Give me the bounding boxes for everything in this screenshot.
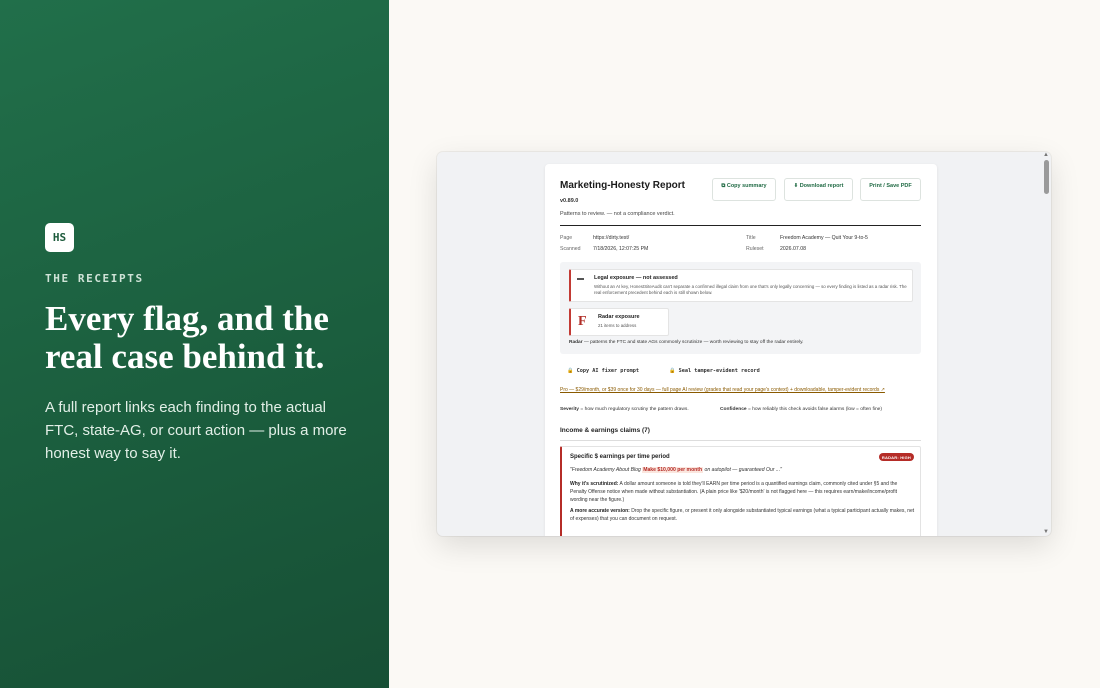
- highlighted-claim: Make $10,000 per month: [642, 467, 704, 473]
- finding-title: Specific $ earnings per time period: [570, 454, 670, 460]
- legal-exposure-card: Legal exposure — not assessed Without an…: [569, 269, 913, 302]
- radar-note: Radar — patterns the FTC and state AGs c…: [569, 340, 804, 345]
- meta-scanned-label: Scanned: [560, 246, 581, 252]
- pro-upgrade-link[interactable]: Pro — $29/month, or $39 once for 30 days…: [560, 387, 915, 394]
- scrollbar-thumb[interactable]: [1044, 160, 1049, 194]
- report-version: v0.89.0: [560, 198, 579, 204]
- accurate-version: A more accurate version: Drop the specif…: [570, 508, 915, 522]
- meta-ruleset-label: Ruleset: [746, 246, 764, 252]
- eyebrow-label: THE RECEIPTS: [45, 272, 144, 285]
- title-divider: [560, 225, 921, 226]
- seal-record-button[interactable]: 🔒 Seal tamper-evident record: [669, 368, 760, 374]
- section-divider: [560, 440, 921, 441]
- finding-card: Specific $ earnings per time period RADA…: [560, 446, 921, 536]
- headline: Every flag, and the real case behind it.: [45, 299, 329, 376]
- meta-title-value: Freedom Academy — Quit Your 9-to-5: [780, 235, 868, 241]
- scroll-up-icon[interactable]: ▲: [1043, 152, 1049, 158]
- meta-page-label: Page: [560, 235, 573, 241]
- report-page: Marketing-Honesty Report v0.89.0 Pattern…: [545, 164, 937, 536]
- finding-quote: "Freedom Academy About Blog Make $10,000…: [570, 467, 782, 473]
- meta-scanned-value: 7/18/2026, 12:07:25 PM: [593, 246, 649, 252]
- report-title: Marketing-Honesty Report: [560, 180, 686, 191]
- scroll-down-icon[interactable]: ▼: [1043, 529, 1049, 535]
- radar-high-badge: RADAR: HIGH: [878, 453, 914, 461]
- hs-logo: HS: [45, 223, 74, 252]
- report-preview-window: ▲ ▼ Marketing-Honesty Report v0.89.0 Pat…: [437, 152, 1051, 536]
- radar-count: 21 items to address: [598, 323, 637, 328]
- copy-summary-button[interactable]: ⧉ Copy summary: [712, 178, 776, 201]
- subtitle: A full report links each finding to the …: [45, 399, 347, 462]
- radar-exposure-card: F Radar exposure 21 items to address: [569, 308, 669, 336]
- radar-grade: F: [578, 314, 587, 329]
- meta-ruleset-value: 2026.07.08: [780, 246, 806, 252]
- print-pdf-button[interactable]: Print / Save PDF: [860, 178, 921, 201]
- meta-title-label: Title: [746, 235, 756, 241]
- legal-exposure-text: Without an AI key, HonestSiteAudit can't…: [594, 284, 907, 295]
- left-panel: HS THE RECEIPTS Every flag, and the real…: [0, 0, 389, 688]
- dash-icon: [577, 278, 584, 280]
- confidence-legend: Confidence = how reliably this check avo…: [720, 407, 883, 412]
- download-report-button[interactable]: ⬇ Download report: [784, 178, 853, 201]
- legal-exposure-title: Legal exposure — not assessed: [594, 275, 678, 281]
- radar-exposure-title: Radar exposure: [598, 314, 640, 320]
- severity-legend: Severity = how much regulatory scrutiny …: [560, 407, 689, 412]
- section-title: Income & earnings claims (7): [560, 427, 650, 434]
- report-disclaimer: Patterns to review. — not a compliance v…: [560, 211, 675, 217]
- why-scrutinized: Why it's scrutinized: A dollar amount so…: [570, 481, 898, 503]
- exposure-summary: Legal exposure — not assessed Without an…: [560, 262, 921, 354]
- meta-page-value: https://dirty.test/: [593, 235, 630, 241]
- copy-ai-fixer-prompt-button[interactable]: 🔒 Copy AI fixer prompt: [567, 368, 639, 374]
